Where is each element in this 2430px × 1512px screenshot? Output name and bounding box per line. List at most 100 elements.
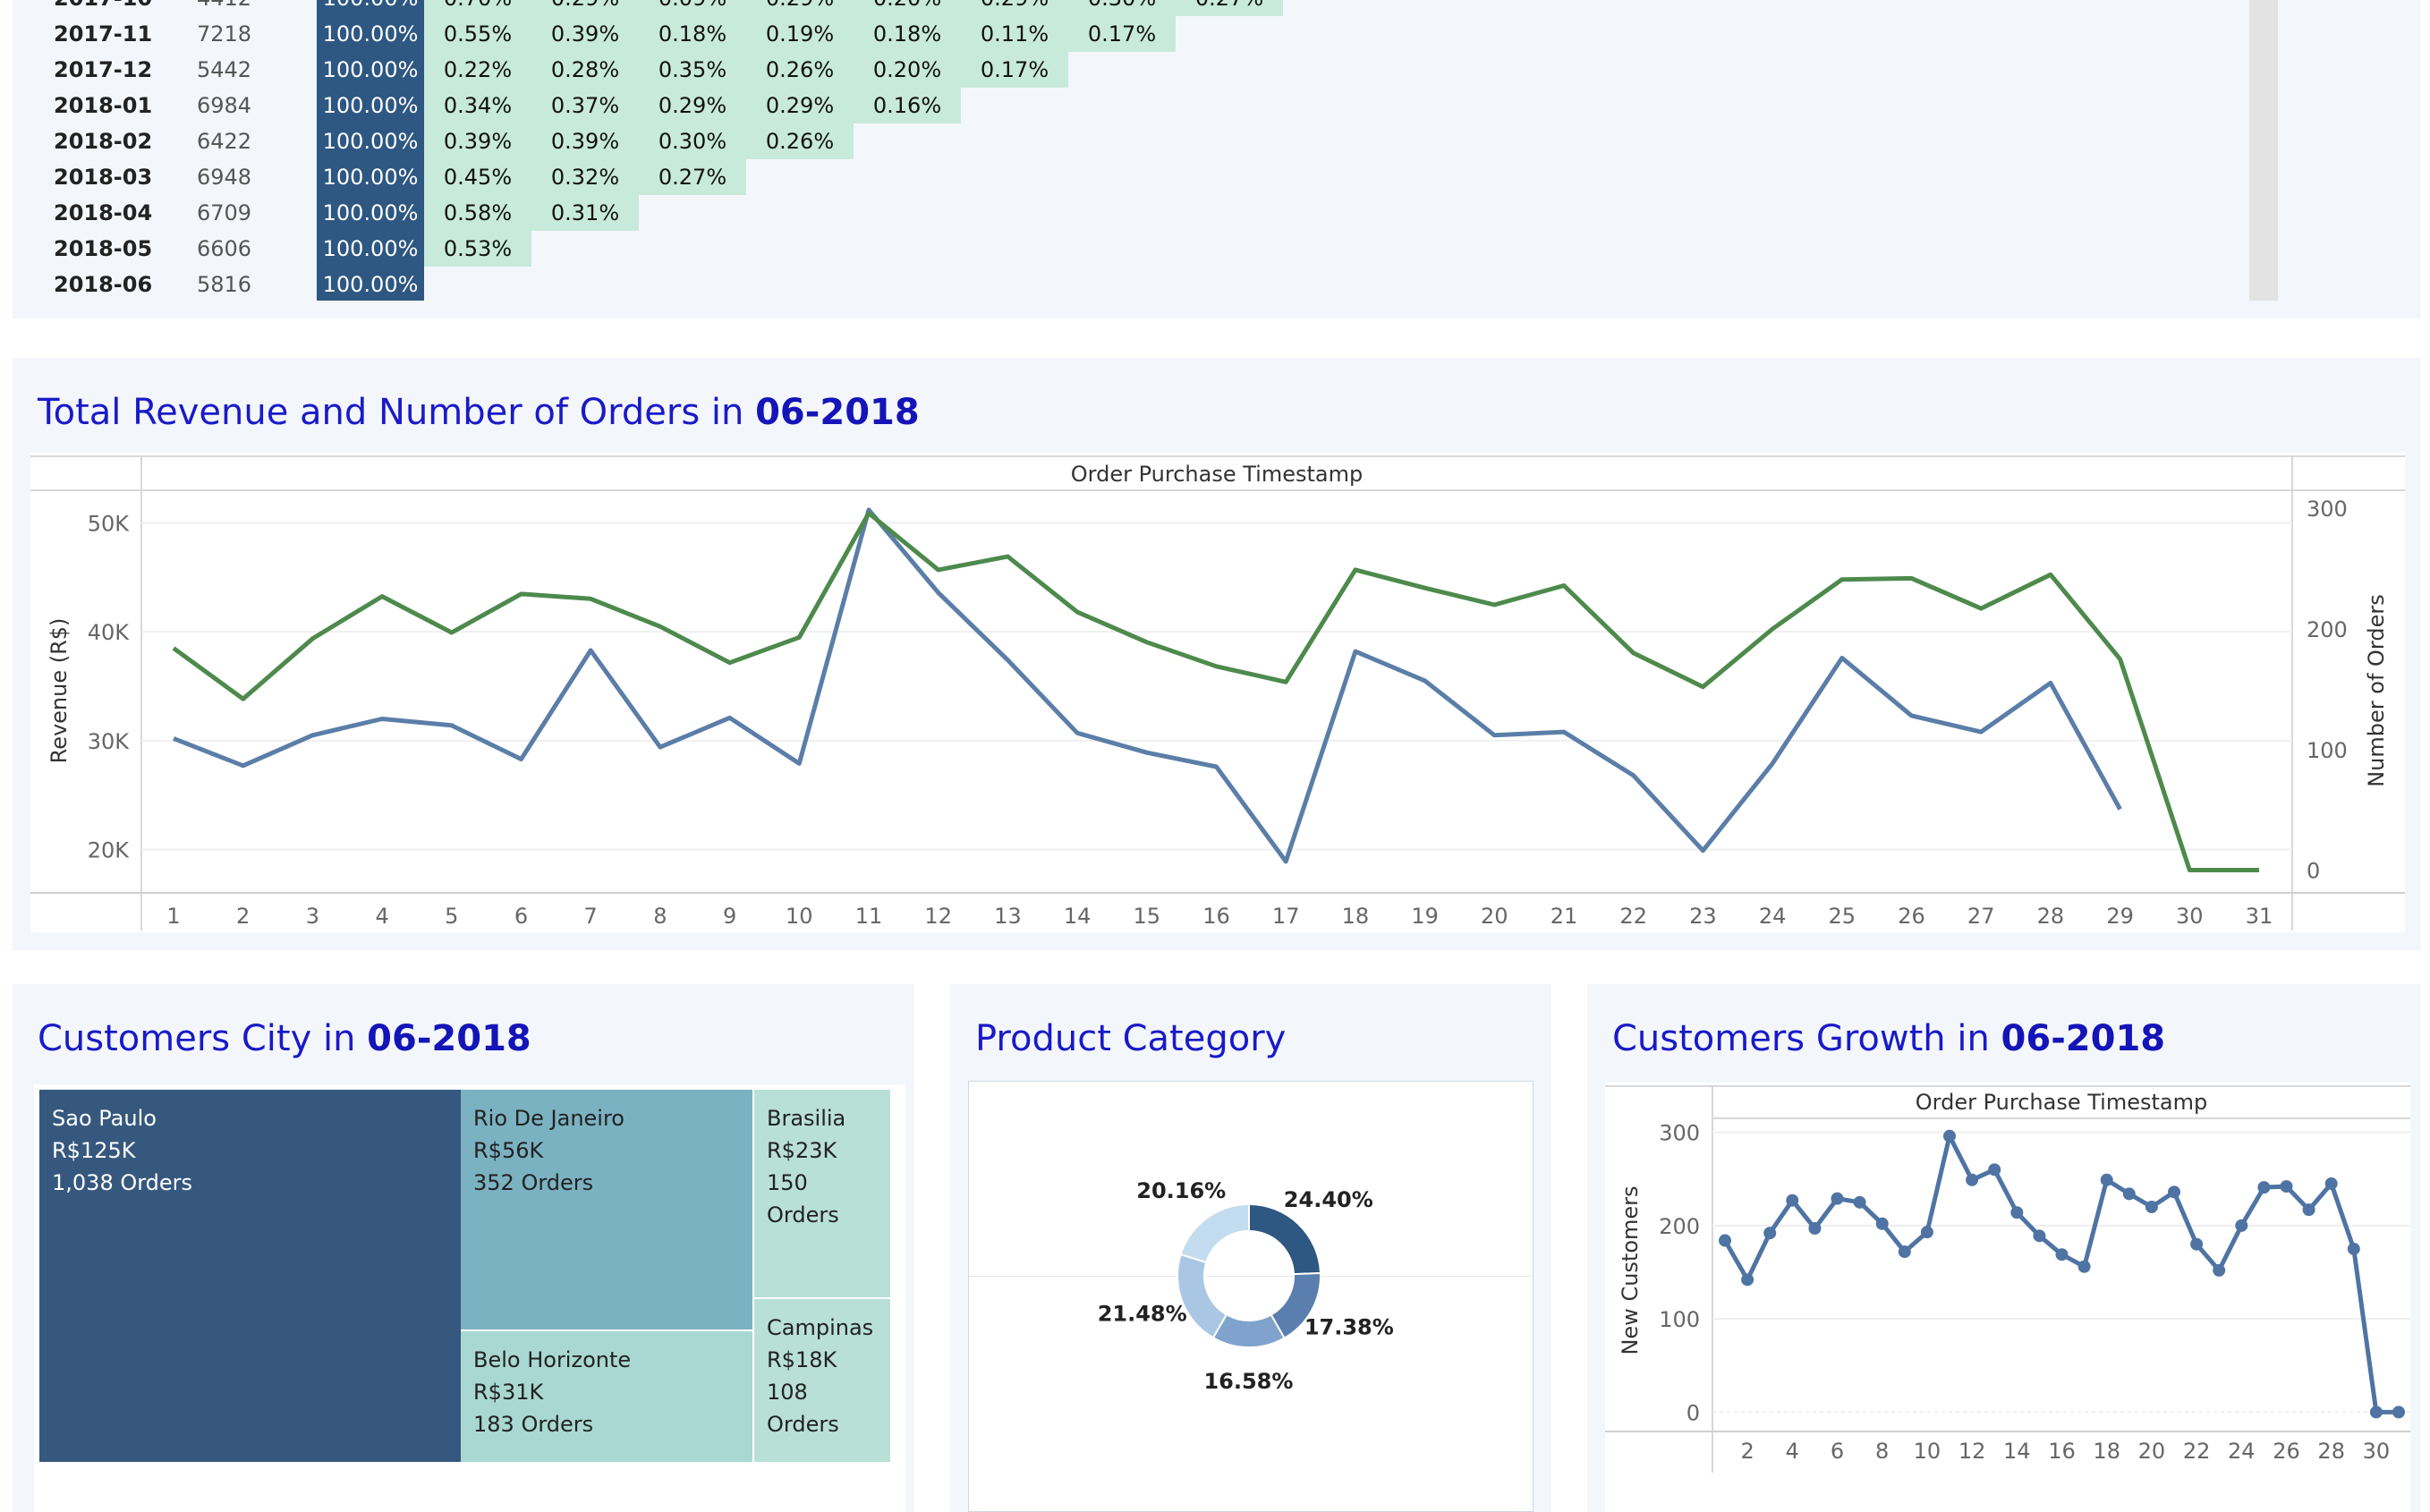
tile-city: Belo Horizonte: [473, 1347, 632, 1372]
revenue-line: [173, 507, 2122, 864]
x-tick-label: 18: [1342, 904, 1370, 929]
data-point[interactable]: [1719, 1234, 1731, 1247]
tile-orders: 183 Orders: [473, 1412, 594, 1437]
x-tick-label: 30: [2176, 904, 2204, 929]
x-tick-label: 24: [1759, 904, 1787, 929]
x-tick-label: 23: [1689, 904, 1717, 929]
donut-slice[interactable]: [1179, 1202, 1250, 1264]
tile-orders: 150: [767, 1170, 808, 1195]
category-panel: Product Category 24.40% 17.38% 16.58% 21.48…: [950, 984, 1551, 1512]
y-tick-label: 300: [1659, 1121, 1700, 1146]
y-tick-label: 30K: [88, 729, 131, 754]
x-tick-label: 25: [1829, 904, 1856, 929]
data-point[interactable]: [1853, 1195, 1866, 1209]
city-panel: Customers City in 06-2018 Sao Paulo R$12…: [13, 984, 914, 1512]
x-tick-label: 14: [1064, 904, 1092, 929]
treemap-tile-brasilia[interactable]: Brasilia R$23K 150 Orders: [754, 1090, 890, 1297]
data-point[interactable]: [1943, 1129, 1956, 1142]
customers-growth-chart: Order Purchase Timestamp 0 100 200 300 New Cu…: [1605, 1085, 2410, 1473]
x-tick-label: 4: [375, 904, 388, 929]
data-point[interactable]: [2280, 1180, 2293, 1193]
x-tick-label: 31: [2246, 904, 2273, 929]
data-point[interactable]: [1831, 1192, 1844, 1205]
tile-city: Campinas: [767, 1315, 874, 1340]
y2-tick-label: 0: [2307, 859, 2320, 884]
revenue-orders-chart: Order Purchase Timestamp 20K 30K 40K 50K 0 100…: [30, 455, 2405, 930]
x-tick-label: 2: [1740, 1439, 1754, 1464]
x-tick-label: 26: [1898, 904, 1925, 929]
data-point[interactable]: [1808, 1222, 1822, 1236]
tile-orders: 352 Orders: [473, 1170, 594, 1195]
data-point[interactable]: [1741, 1273, 1755, 1287]
data-point[interactable]: [2302, 1203, 2315, 1217]
y2-tick-label: 300: [2307, 497, 2348, 522]
data-point[interactable]: [2100, 1173, 2113, 1186]
x-tick-label: 12: [1958, 1439, 1986, 1464]
data-point[interactable]: [2010, 1206, 2024, 1219]
x-tick-label: 16: [2048, 1439, 2076, 1464]
chart-header: Order Purchase Timestamp: [1916, 1090, 2207, 1115]
data-point[interactable]: [2122, 1187, 2136, 1201]
x-tick-label: 17: [1272, 904, 1300, 929]
donut-slice-label: 20.16%: [1136, 1178, 1226, 1203]
data-point[interactable]: [1966, 1173, 1979, 1186]
tile-orders-unit: Orders: [767, 1412, 839, 1437]
y-tick-label: 200: [1659, 1214, 1700, 1239]
data-point[interactable]: [2369, 1406, 2383, 1419]
data-point[interactable]: [2077, 1260, 2091, 1273]
x-tick-label: 16: [1202, 904, 1230, 929]
data-point[interactable]: [2324, 1176, 2338, 1190]
orders-line: [172, 511, 2259, 872]
data-point[interactable]: [2235, 1219, 2248, 1232]
x-tick-label: 21: [1551, 904, 1578, 929]
data-point[interactable]: [2347, 1242, 2360, 1255]
data-point[interactable]: [2033, 1229, 2046, 1243]
data-point[interactable]: [2257, 1181, 2271, 1194]
data-point[interactable]: [1920, 1226, 1933, 1239]
treemap-tile-rio-de-janeiro[interactable]: Rio De Janeiro R$56K 352 Orders: [461, 1090, 752, 1329]
donut-slice-label: 16.58%: [1203, 1369, 1293, 1394]
data-point[interactable]: [2145, 1201, 2158, 1214]
tile-orders-unit: Orders: [767, 1202, 839, 1227]
donut-slice-label: 21.48%: [1098, 1302, 1187, 1327]
data-point[interactable]: [1898, 1245, 1911, 1259]
data-point[interactable]: [2190, 1237, 2204, 1251]
y-tick-label: 0: [1687, 1400, 1700, 1425]
x-tick-label: 5: [445, 904, 458, 929]
data-point[interactable]: [2168, 1185, 2180, 1199]
tile-revenue: R$31K: [473, 1380, 544, 1405]
data-point[interactable]: [2055, 1248, 2069, 1261]
treemap-tile-campinas[interactable]: Campinas R$18K 108 Orders: [754, 1299, 890, 1462]
tile-city: Rio De Janeiro: [473, 1106, 624, 1131]
data-point[interactable]: [2213, 1263, 2226, 1277]
data-point[interactable]: [2392, 1406, 2405, 1419]
city-panel-title: Customers City in 06-2018: [38, 1018, 531, 1059]
y-tick-label: 20K: [88, 838, 131, 863]
data-point[interactable]: [1763, 1227, 1777, 1240]
chart-header: Order Purchase Timestamp: [1071, 462, 1363, 487]
data-point[interactable]: [1786, 1193, 1799, 1207]
x-tick-label: 19: [1411, 904, 1439, 929]
x-tick-label: 22: [2183, 1439, 2211, 1464]
treemap-tile-belo-horizonte[interactable]: Belo Horizonte R$31K 183 Orders: [461, 1331, 752, 1462]
x-tick-label: 20: [2138, 1439, 2166, 1464]
donut-slice[interactable]: [1248, 1202, 1321, 1276]
x-tick-label: 13: [994, 904, 1022, 929]
x-tick-label: 3: [306, 904, 319, 929]
y-tick-label: 50K: [88, 512, 131, 537]
x-tick-label: 18: [2093, 1439, 2120, 1464]
treemap-tile-sao-paulo[interactable]: Sao Paulo R$125K 1,038 Orders: [39, 1090, 461, 1462]
treemap: Sao Paulo R$125K 1,038 Orders Rio De Jan…: [34, 1084, 905, 1512]
x-tick-label: 8: [653, 904, 667, 929]
data-point[interactable]: [1988, 1163, 2001, 1176]
x-tick-label: 9: [723, 904, 736, 929]
x-tick-label: 2: [236, 904, 250, 929]
data-point[interactable]: [1875, 1217, 1889, 1230]
tile-revenue: R$18K: [767, 1347, 837, 1372]
x-tick-label: 14: [2003, 1439, 2031, 1464]
y-axis-label: Revenue (R$): [47, 618, 72, 764]
x-tick-label: 8: [1875, 1439, 1889, 1464]
y-axis-label: New Customers: [1618, 1185, 1643, 1355]
x-tick-label: 20: [1481, 904, 1508, 929]
y2-tick-label: 200: [2307, 617, 2348, 642]
